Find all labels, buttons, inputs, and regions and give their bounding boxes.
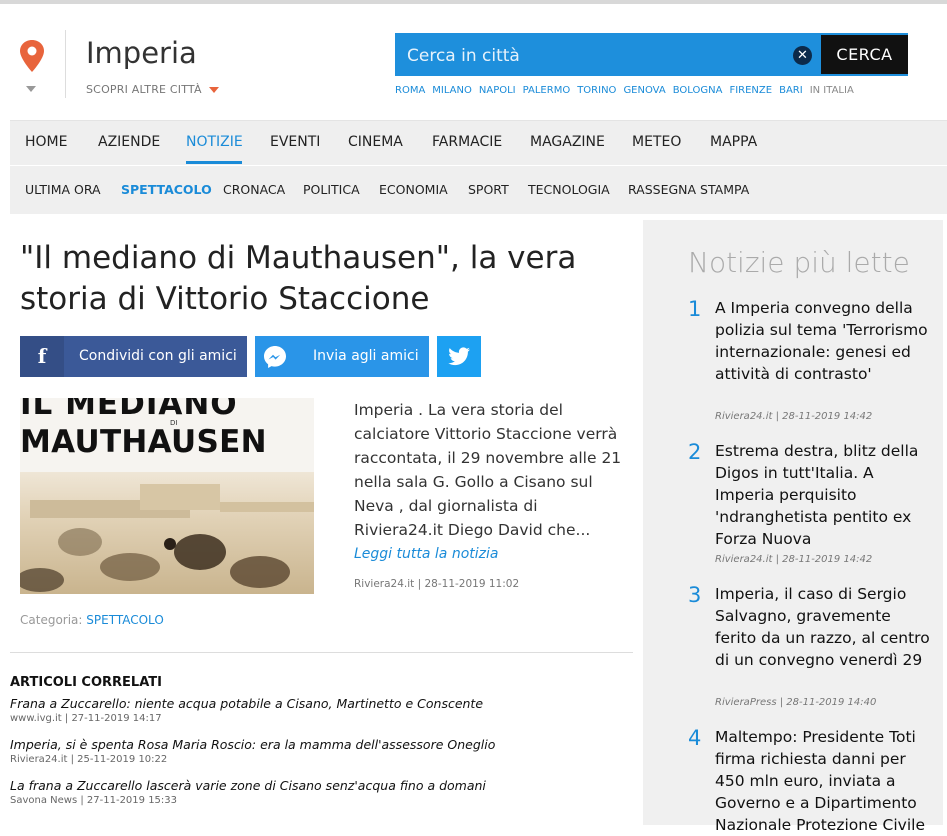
search-button[interactable]: CERCA (821, 35, 908, 74)
city-link[interactable]: MILANO (432, 85, 472, 96)
main-nav: HOME AZIENDE NOTIZIE EVENTI CINEMA FARMA… (10, 120, 947, 165)
city-link[interactable]: BARI (779, 85, 803, 96)
popular-meta: Riviera24.it | 28-11-2019 14:42 (715, 554, 873, 565)
nav-meteo[interactable]: METEO (632, 134, 681, 150)
vintage-football-photo (20, 472, 314, 594)
nav-eventi[interactable]: EVENTI (270, 134, 320, 150)
messenger-icon (264, 346, 286, 368)
popular-rank: 2 (688, 440, 702, 464)
clear-search-icon[interactable]: ✕ (793, 46, 812, 65)
related-item[interactable]: Imperia, si è spenta Rosa Maria Roscio: … (10, 737, 630, 765)
chevron-down-icon (208, 87, 219, 93)
search-bar: ✕ CERCA (395, 33, 908, 76)
image-title-line2: MAUTHAUSEN (20, 424, 267, 460)
nav-magazine[interactable]: MAGAZINE (530, 134, 605, 150)
related-item-meta: Savona News | 27-11-2019 15:33 (10, 795, 178, 806)
header-divider (65, 30, 66, 98)
subnav-tecnologia[interactable]: TECNOLOGIA (528, 182, 610, 197)
article-image[interactable]: IL MEDIANO DI MAUTHAUSEN (20, 398, 314, 594)
nav-farmacie[interactable]: FARMACIE (432, 134, 502, 150)
related-item[interactable]: Frana a Zuccarello: niente acqua potabil… (10, 696, 630, 724)
popular-meta: Riviera24.it | 28-11-2019 14:42 (715, 411, 873, 422)
popular-title[interactable]: Estrema destra, blitz della Digos in tut… (715, 440, 933, 550)
discover-cities-toggle[interactable]: SCOPRI ALTRE CITTÀ (86, 83, 219, 96)
popular-title[interactable]: Maltempo: Presidente Toti firma richiest… (715, 726, 933, 836)
category-link[interactable]: SPETTACOLO (86, 613, 163, 627)
facebook-icon: f (20, 336, 64, 377)
facebook-share-label: Condividi con gli amici (79, 348, 237, 364)
city-links: ROMA MILANO NAPOLI PALERMO TORINO GENOVA BOLOG… (395, 85, 861, 96)
messenger-share-label: Invia agli amici (313, 348, 419, 364)
related-item-meta: Riviera24.it | 25-11-2019 10:22 (10, 754, 168, 765)
article-source: Riviera24.it | 28-11-2019 11:02 (354, 578, 520, 590)
nav-aziende[interactable]: AZIENDE (98, 134, 160, 150)
city-link[interactable]: ROMA (395, 85, 425, 96)
chevron-down-icon[interactable] (26, 86, 36, 92)
related-item-meta: www.ivg.it | 27-11-2019 14:17 (10, 713, 162, 724)
facebook-share-button[interactable]: f Condividi con gli amici (20, 336, 247, 377)
top-border (0, 0, 947, 4)
search-input[interactable] (405, 43, 789, 69)
city-link[interactable]: BOLOGNA (673, 85, 723, 96)
article-category: Categoria: SPETTACOLO (20, 613, 164, 627)
popular-title[interactable]: A Imperia convegno della polizia sul tem… (715, 297, 933, 385)
subnav-ultima-ora[interactable]: ULTIMA ORA (25, 182, 101, 197)
city-name: Imperia (86, 36, 197, 70)
divider (10, 652, 633, 653)
read-more-link[interactable]: Leggi tutta la notizia (354, 546, 498, 562)
city-link[interactable]: PALERMO (523, 85, 571, 96)
subnav-economia[interactable]: ECONOMIA (379, 182, 448, 197)
subnav-rassegna-stampa[interactable]: RASSEGNA STAMPA (628, 182, 749, 197)
related-heading: ARTICOLI CORRELATI (10, 675, 162, 690)
nav-notizie[interactable]: NOTIZIE (186, 134, 243, 150)
city-link[interactable]: FIRENZE (729, 85, 772, 96)
popular-news-sidebar: Notizie più lette 1 A Imperia convegno d… (643, 220, 943, 834)
image-title-line1: IL MEDIANO (20, 398, 238, 422)
popular-rank: 1 (688, 297, 702, 321)
nav-mappa[interactable]: MAPPA (710, 134, 757, 150)
popular-rank: 3 (688, 583, 702, 607)
city-link[interactable]: GENOVA (623, 85, 665, 96)
related-item-title[interactable]: Imperia, si è spenta Rosa Maria Roscio: … (10, 737, 630, 752)
nav-home[interactable]: HOME (25, 134, 67, 150)
active-tab-indicator (186, 161, 242, 164)
related-item[interactable]: La frana a Zuccarello lascerà varie zone… (10, 778, 630, 806)
article-excerpt: Imperia . La vera storia del calciatore … (354, 401, 622, 539)
subnav-politica[interactable]: POLITICA (303, 182, 360, 197)
city-link[interactable]: NAPOLI (479, 85, 516, 96)
category-label: Categoria: (20, 613, 83, 627)
messenger-share-button[interactable]: Invia agli amici (255, 336, 429, 377)
popular-rank: 4 (688, 726, 702, 750)
subnav-spettacolo[interactable]: SPETTACOLO (121, 182, 212, 197)
related-item-title[interactable]: Frana a Zuccarello: niente acqua potabil… (10, 696, 630, 711)
location-pin-icon[interactable] (20, 40, 44, 72)
popular-title[interactable]: Imperia, il caso di Sergio Salvagno, gra… (715, 583, 933, 671)
city-link-more[interactable]: IN ITALIA (810, 85, 854, 96)
nav-cinema[interactable]: CINEMA (348, 134, 403, 150)
related-item-title[interactable]: La frana a Zuccarello lascerà varie zone… (10, 778, 630, 793)
twitter-icon (448, 347, 470, 366)
article-title: "Il mediano di Mauthausen", la vera stor… (20, 240, 577, 317)
subnav-cronaca[interactable]: CRONACA (223, 182, 285, 197)
popular-heading: Notizie più lette (688, 246, 910, 279)
subnav-sport[interactable]: SPORT (468, 182, 509, 197)
popular-meta: RivieraPress | 28-11-2019 14:40 (715, 697, 877, 708)
discover-label: SCOPRI ALTRE CITTÀ (86, 83, 202, 96)
city-link[interactable]: TORINO (577, 85, 616, 96)
sub-nav: ULTIMA ORA SPETTACOLO CRONACA POLITICA E… (10, 166, 947, 214)
twitter-share-button[interactable] (437, 336, 481, 377)
